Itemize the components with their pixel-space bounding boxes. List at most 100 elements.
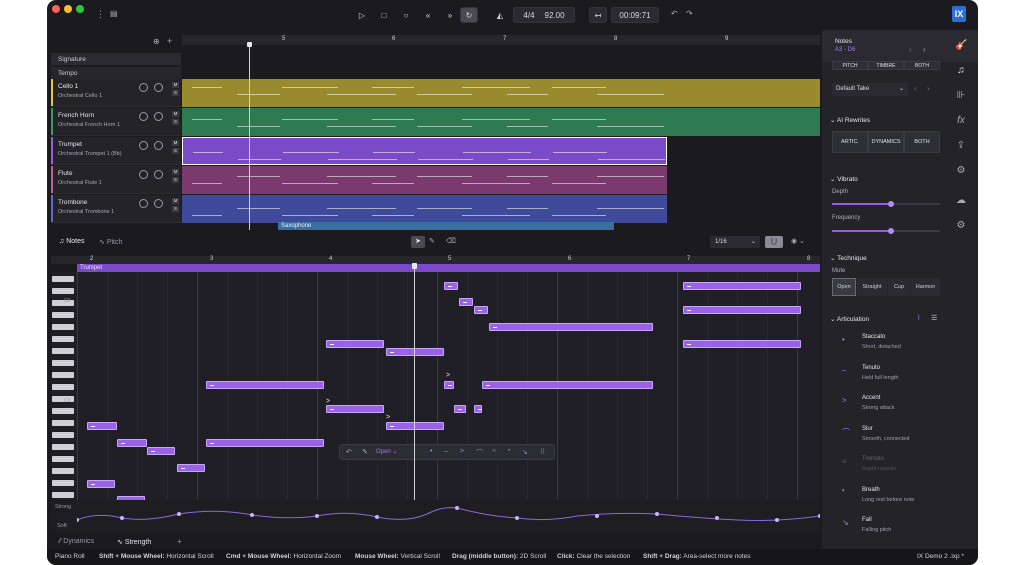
tenuto-icon[interactable]: –	[842, 366, 846, 375]
piano-roll-note[interactable]	[326, 405, 384, 413]
slur-icon[interactable]: ⌒	[842, 427, 850, 438]
articulation-title[interactable]: Fall	[862, 517, 872, 523]
editor-playhead[interactable]	[414, 264, 415, 500]
piano-key[interactable]	[52, 468, 74, 474]
mute-button[interactable]: M	[172, 111, 179, 117]
tab-notes[interactable]: ♫ Notes	[59, 238, 85, 245]
mute-button[interactable]: M	[172, 169, 179, 175]
snap-icon[interactable]: ⋃	[765, 236, 783, 248]
solo-button[interactable]: S	[172, 148, 179, 154]
piano-key[interactable]	[52, 396, 74, 402]
zoom-window-button[interactable]	[76, 5, 84, 13]
export-icon[interactable]: ⇪	[955, 140, 967, 151]
undo-icon[interactable]: ↶	[346, 448, 352, 456]
piano-roll-note[interactable]	[459, 298, 473, 306]
track-clip[interactable]	[182, 166, 667, 194]
editor-playhead-handle[interactable]	[412, 263, 417, 269]
close-window-button[interactable]	[52, 5, 60, 13]
rewind-icon[interactable]: «	[419, 7, 437, 23]
arranger-ruler[interactable]: 5 6 7 8 9	[182, 35, 820, 45]
piano-key[interactable]	[52, 348, 74, 354]
piano-key[interactable]	[52, 492, 74, 498]
drag-handle-icon[interactable]: ⠿	[540, 448, 545, 456]
mute-button[interactable]: M	[172, 82, 179, 88]
pan-knob-icon[interactable]	[154, 141, 163, 150]
both-button[interactable]: BOTH	[904, 61, 940, 70]
articulation-title[interactable]: Slur	[862, 426, 873, 432]
pencil-tool-icon[interactable]: ✎	[429, 237, 435, 245]
fall-icon[interactable]: ↘	[842, 518, 849, 527]
track-clip[interactable]	[182, 137, 667, 165]
loop-icon[interactable]: ↻	[460, 7, 478, 23]
pan-knob-icon[interactable]	[154, 112, 163, 121]
articulation-title[interactable]: Tenuto	[862, 365, 880, 371]
piano-roll-note[interactable]	[386, 348, 444, 356]
pitch-button[interactable]: PITCH	[832, 61, 868, 70]
instruments-icon[interactable]: 🎸	[955, 40, 967, 51]
tremolo-icon[interactable]: ≡	[492, 448, 496, 455]
piano-roll-note[interactable]	[474, 306, 488, 314]
piano-roll-note[interactable]	[117, 439, 147, 447]
piano-key[interactable]	[52, 408, 74, 414]
file-icon[interactable]: ▤	[110, 9, 118, 18]
piano-key[interactable]	[52, 456, 74, 462]
track-clip[interactable]	[182, 79, 820, 107]
arranger-playhead[interactable]	[249, 44, 250, 230]
articulation-title[interactable]: Accent	[862, 395, 880, 401]
prev-take-icon[interactable]: ‹	[914, 84, 917, 93]
tenuto-icon[interactable]: –	[444, 448, 448, 455]
piano-roll-note[interactable]	[489, 323, 653, 331]
play-icon[interactable]: ▷	[353, 7, 371, 23]
saxophone-clip[interactable]: Saxophone	[278, 222, 614, 230]
vibrato-header[interactable]: ⌄ Vibrato	[830, 175, 858, 183]
next-take-icon[interactable]: ›	[927, 84, 930, 93]
piano-key[interactable]	[52, 336, 74, 342]
next-icon[interactable]: ›	[923, 45, 926, 54]
stop-icon[interactable]: □	[375, 7, 393, 23]
piano-key[interactable]	[52, 444, 74, 450]
cloud-icon[interactable]: ☁	[955, 195, 967, 206]
time-signature-tempo[interactable]: 4/4 92.00	[513, 7, 575, 23]
fast-forward-icon[interactable]: »	[441, 7, 459, 23]
depth-slider[interactable]	[832, 203, 940, 205]
track-header[interactable]: Flute Orchestral Flute 1 MS	[51, 166, 181, 194]
technique-header[interactable]: ⌄ Technique	[830, 254, 867, 262]
breath-icon[interactable]: ❜	[842, 488, 845, 497]
piano-key[interactable]	[52, 480, 74, 486]
piano-roll-note[interactable]	[444, 282, 458, 290]
solo-button[interactable]: S	[172, 206, 179, 212]
volume-knob-icon[interactable]	[139, 83, 148, 92]
piano-roll-note[interactable]	[386, 422, 444, 430]
breath-icon[interactable]: ❜	[508, 448, 510, 456]
metronome-icon[interactable]: ◭	[491, 7, 509, 23]
return-to-start-icon[interactable]: ↤	[589, 7, 607, 23]
piano-key[interactable]	[52, 312, 74, 318]
dynamics-button[interactable]: DYNAMICS	[868, 131, 904, 153]
mute-button[interactable]: M	[172, 140, 179, 146]
articulation-header[interactable]: ⌄ Articulation	[830, 315, 869, 323]
track-header[interactable]: French Horn Orchestral French Horn 1 MS	[51, 108, 181, 136]
piano-roll-note[interactable]	[444, 381, 454, 389]
take-select[interactable]: Default Take ⌄	[832, 83, 908, 96]
artic-button[interactable]: ARTIC.	[832, 131, 868, 153]
solo-button[interactable]: S	[172, 119, 179, 125]
piano-key[interactable]	[52, 324, 74, 330]
pencil-icon[interactable]: ✎	[362, 448, 368, 456]
undo-icon[interactable]: ↶	[671, 9, 678, 18]
settings-icon[interactable]: ⚙	[955, 220, 967, 231]
mute-cup-button[interactable]: Cup	[888, 278, 910, 296]
mute-open-button[interactable]: Open	[832, 278, 856, 296]
piano-key[interactable]	[52, 372, 74, 378]
redo-icon[interactable]: ↷	[686, 9, 693, 18]
prev-icon[interactable]: ‹	[909, 45, 912, 54]
pan-knob-icon[interactable]	[154, 83, 163, 92]
piano-key[interactable]	[52, 432, 74, 438]
add-track-icon[interactable]: +	[167, 36, 172, 46]
piano-roll-note[interactable]	[482, 381, 653, 389]
piano-key[interactable]	[52, 288, 74, 294]
track-header[interactable]: Trombone Orchestral Trombone 1 MS	[51, 195, 181, 223]
volume-knob-icon[interactable]	[139, 112, 148, 121]
region-label[interactable]: Trumpet	[77, 264, 820, 272]
list-icon[interactable]: ☰	[931, 314, 937, 322]
articulation-title[interactable]: Breath	[862, 487, 880, 493]
